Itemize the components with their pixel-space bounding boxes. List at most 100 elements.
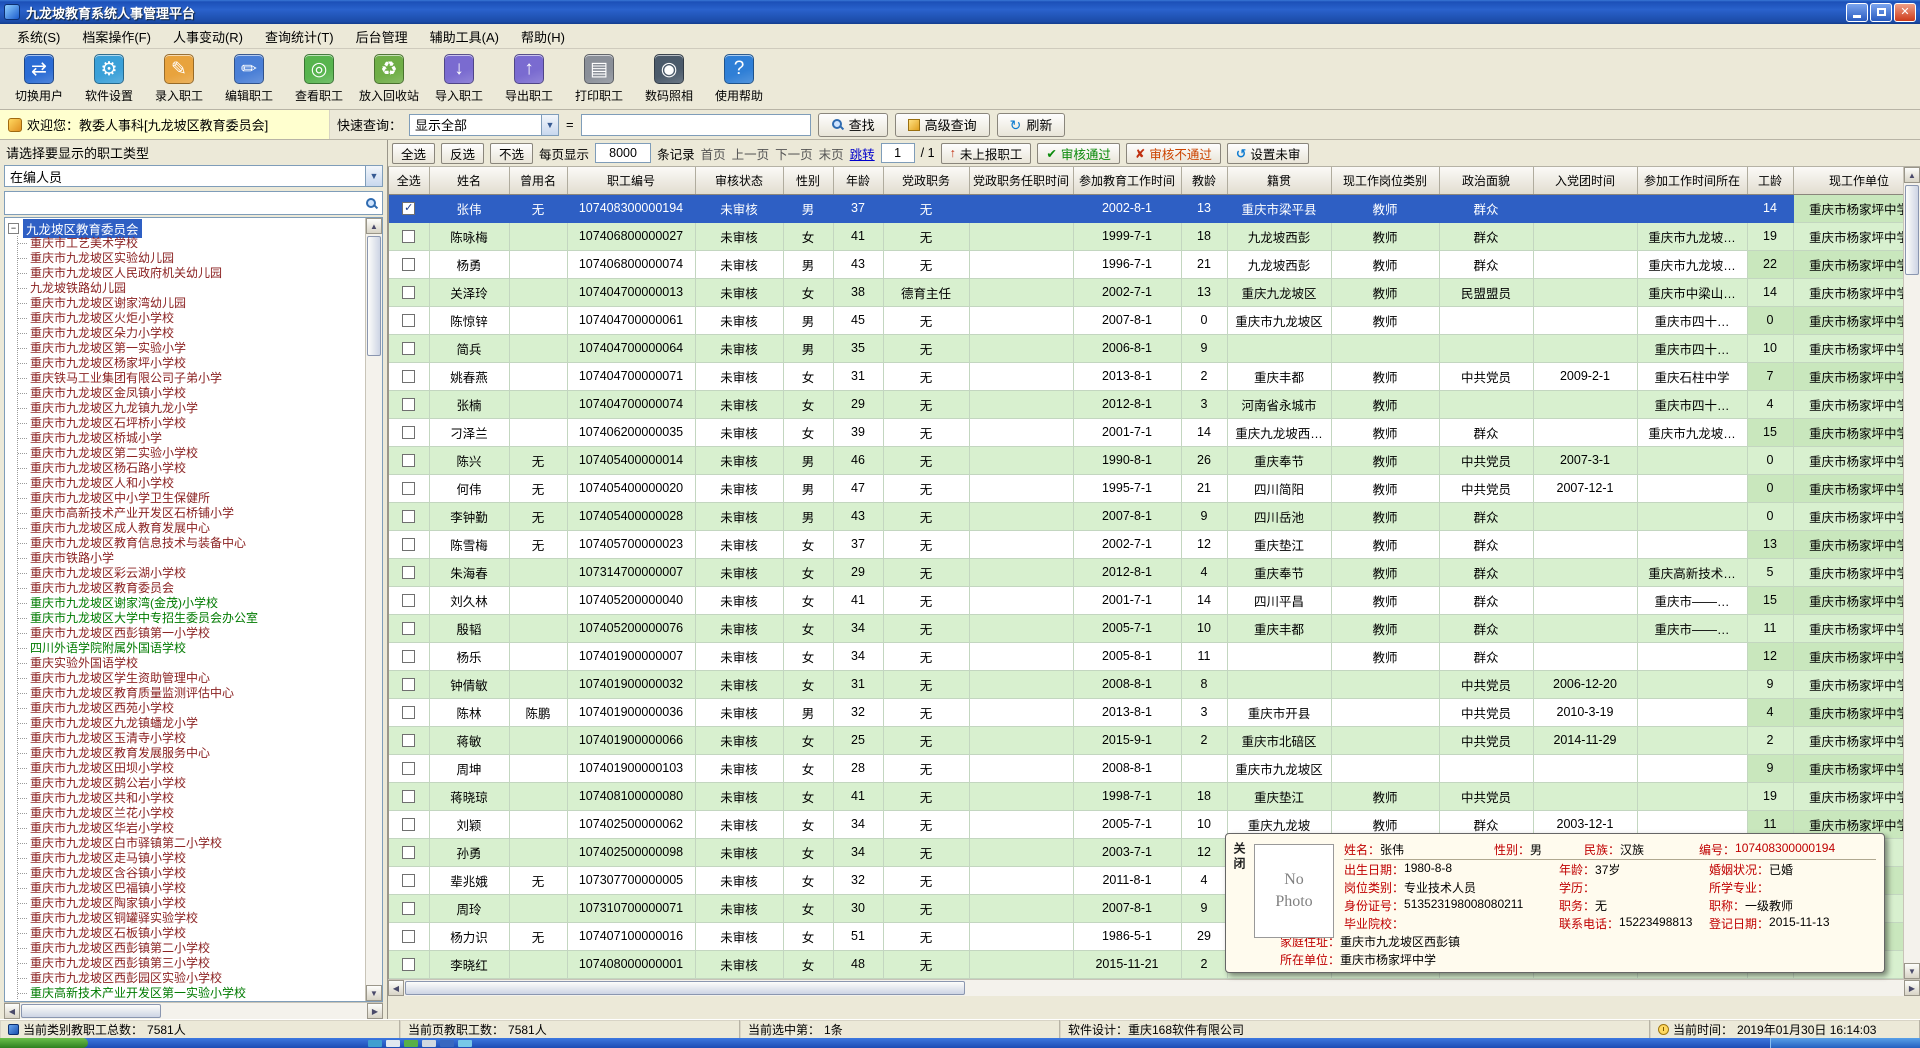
per-page-input[interactable] bbox=[595, 143, 651, 163]
row-checkbox[interactable] bbox=[402, 622, 415, 635]
close-button[interactable]: ✕ bbox=[1894, 3, 1916, 22]
row-checkbox[interactable] bbox=[402, 594, 415, 607]
tree-item[interactable]: 重庆市九龙坡区火炬小学校 bbox=[18, 311, 364, 326]
row-checkbox[interactable] bbox=[402, 370, 415, 383]
row-checkbox[interactable] bbox=[402, 706, 415, 719]
row-checkbox[interactable] bbox=[402, 650, 415, 663]
tree-item[interactable]: 重庆市九龙坡区共和小学校 bbox=[18, 791, 364, 806]
tree-item[interactable]: 重庆市九龙坡区巴福镇小学校 bbox=[18, 881, 364, 896]
tree-item[interactable]: 重庆市工艺美术学校 bbox=[18, 236, 364, 251]
start-button[interactable] bbox=[0, 1038, 88, 1048]
toolbar-button-camera[interactable]: ◉数码照相 bbox=[636, 51, 702, 107]
tree-item[interactable]: 重庆市九龙坡区走马镇小学校 bbox=[18, 851, 364, 866]
row-checkbox[interactable] bbox=[402, 510, 415, 523]
tree-item[interactable]: 四川外语学院附属外国语学校 bbox=[18, 641, 364, 656]
tree-item[interactable]: 重庆铁马工业集团有限公司子弟小学 bbox=[18, 371, 364, 386]
tree-item[interactable]: 重庆市九龙坡区教育委员会 bbox=[18, 581, 364, 596]
employee-type-select[interactable]: 在编人员 ▼ bbox=[4, 165, 383, 187]
row-checkbox[interactable] bbox=[402, 426, 415, 439]
table-row[interactable]: 张伟无107408300000194未审核男37无2002-8-113重庆市梁平… bbox=[389, 194, 1920, 222]
tree-horizontal-scrollbar[interactable]: ◀ ▶ bbox=[4, 1002, 383, 1019]
table-row[interactable]: 刁泽兰107406200000035未审核女39无2001-7-114重庆九龙坡… bbox=[389, 418, 1920, 446]
column-header[interactable]: 参加教育工作时间 bbox=[1073, 167, 1181, 194]
tree-item[interactable]: 重庆市九龙坡区教育信息技术与装备中心 bbox=[18, 536, 364, 551]
scroll-left-icon[interactable]: ◀ bbox=[4, 1003, 20, 1019]
tree-item[interactable]: 重庆市九龙坡区人民政府机关幼儿园 bbox=[18, 266, 364, 281]
toolbar-button-switch-user[interactable]: ⇄切换用户 bbox=[6, 51, 72, 107]
tree-item[interactable]: 九龙坡铁路幼儿园 bbox=[18, 281, 364, 296]
tree-item[interactable]: 重庆市九龙坡区实验幼儿园 bbox=[18, 251, 364, 266]
tree-item[interactable]: 重庆高新技术产业开发区第一实验小学校 bbox=[18, 986, 364, 1000]
menu-item-7[interactable]: 帮助(H) bbox=[510, 24, 576, 49]
toolbar-button-help[interactable]: ?使用帮助 bbox=[706, 51, 772, 107]
table-row[interactable]: 殷韬107405200000076未审核女34无2005-7-110重庆丰都教师… bbox=[389, 614, 1920, 642]
column-header[interactable]: 审核状态 bbox=[695, 167, 783, 194]
row-checkbox[interactable] bbox=[402, 482, 415, 495]
refresh-button[interactable]: ↻ 刷新 bbox=[997, 113, 1066, 137]
chevron-down-icon[interactable]: ▼ bbox=[365, 166, 382, 186]
column-header[interactable]: 性别 bbox=[783, 167, 833, 194]
taskbar-item[interactable] bbox=[440, 1040, 454, 1047]
reject-button[interactable]: ✘ 审核不通过 bbox=[1126, 143, 1221, 164]
invert-selection-button[interactable]: 反选 bbox=[441, 143, 484, 164]
toolbar-button-recycle-bin[interactable]: ♻放入回收站 bbox=[356, 51, 422, 107]
tree-item[interactable]: 重庆市九龙坡区人和小学校 bbox=[18, 476, 364, 491]
scrollbar-thumb[interactable] bbox=[1905, 185, 1919, 275]
scroll-left-icon[interactable]: ◀ bbox=[388, 980, 404, 996]
chevron-down-icon[interactable]: ▼ bbox=[541, 115, 558, 135]
toolbar-button-edit-employee[interactable]: ✏编辑职工 bbox=[216, 51, 282, 107]
column-header[interactable]: 全选 bbox=[389, 167, 429, 194]
tree-item[interactable]: 重庆市九龙坡区九龙镇九龙小学 bbox=[18, 401, 364, 416]
quick-search-input[interactable] bbox=[581, 114, 811, 136]
column-header[interactable]: 党政职务任职时间 bbox=[969, 167, 1073, 194]
tree-item[interactable]: 重庆市九龙坡区学生资助管理中心 bbox=[18, 671, 364, 686]
table-row[interactable]: 陈雪梅无107405700000023未审核女37无2002-7-112重庆垫江… bbox=[389, 530, 1920, 558]
first-page-link[interactable]: 首页 bbox=[701, 144, 726, 163]
tree-item[interactable]: 重庆市九龙坡区玉清寺小学校 bbox=[18, 731, 364, 746]
column-header[interactable]: 籍贯 bbox=[1227, 167, 1331, 194]
column-header[interactable]: 教龄 bbox=[1181, 167, 1227, 194]
column-header[interactable]: 党政职务 bbox=[883, 167, 969, 194]
toolbar-button-export-employee[interactable]: ↑导出职工 bbox=[496, 51, 562, 107]
column-header[interactable]: 职工编号 bbox=[567, 167, 695, 194]
scroll-down-icon[interactable]: ▼ bbox=[1904, 963, 1920, 979]
advanced-query-button[interactable]: 高级查询 bbox=[895, 113, 990, 137]
tree-item[interactable]: 重庆实验外国语学校 bbox=[18, 656, 364, 671]
approve-button[interactable]: ✔ 审核通过 bbox=[1037, 143, 1120, 164]
row-checkbox[interactable] bbox=[402, 286, 415, 299]
menu-item-3[interactable]: 人事变动(R) bbox=[162, 24, 254, 49]
table-row[interactable]: 陈咏梅107406800000027未审核女41无1999-7-118九龙坡西彭… bbox=[389, 222, 1920, 250]
last-page-link[interactable]: 末页 bbox=[819, 144, 844, 163]
column-header[interactable]: 工龄 bbox=[1747, 167, 1793, 194]
table-row[interactable]: 朱海春107314700000007未审核女29无2012-8-14重庆奉节教师… bbox=[389, 558, 1920, 586]
taskbar-item[interactable] bbox=[386, 1040, 400, 1047]
toolbar-button-add-employee[interactable]: ✎录入职工 bbox=[146, 51, 212, 107]
table-row[interactable]: 蒋晓琼107408100000080未审核女41无1998-7-118重庆垫江教… bbox=[389, 782, 1920, 810]
row-checkbox[interactable] bbox=[402, 678, 415, 691]
org-search-box[interactable] bbox=[4, 191, 383, 215]
tree-item[interactable]: 重庆市九龙坡区兰花小学校 bbox=[18, 806, 364, 821]
tree-item[interactable]: 重庆市九龙坡区教育质量监测评估中心 bbox=[18, 686, 364, 701]
tree-item[interactable]: 重庆市九龙坡区杨家坪小学校 bbox=[18, 356, 364, 371]
row-checkbox[interactable] bbox=[402, 958, 415, 971]
scroll-right-icon[interactable]: ▶ bbox=[367, 1003, 383, 1019]
row-checkbox[interactable] bbox=[402, 818, 415, 831]
taskbar-item[interactable] bbox=[368, 1040, 382, 1047]
page-number-input[interactable] bbox=[881, 143, 915, 163]
table-row[interactable]: 杨勇107406800000074未审核男43无1996-7-121九龙坡西彭教… bbox=[389, 250, 1920, 278]
table-row[interactable]: 蒋敏107401900000066未审核女25无2015-9-12重庆市北碚区中… bbox=[389, 726, 1920, 754]
menu-item-5[interactable]: 后台管理 bbox=[345, 24, 419, 49]
scrollbar-thumb[interactable] bbox=[405, 981, 965, 995]
menu-item-4[interactable]: 查询统计(T) bbox=[254, 24, 345, 49]
row-checkbox[interactable] bbox=[402, 874, 415, 887]
taskbar-item[interactable] bbox=[458, 1040, 472, 1047]
row-checkbox[interactable] bbox=[402, 230, 415, 243]
tree-item[interactable]: 重庆市九龙坡区第一实验小学 bbox=[18, 341, 364, 356]
tree-vertical-scrollbar[interactable]: ▲ ▼ bbox=[365, 218, 382, 1001]
column-header[interactable]: 姓名 bbox=[429, 167, 509, 194]
toolbar-button-print-employee[interactable]: ▤打印职工 bbox=[566, 51, 632, 107]
row-checkbox[interactable] bbox=[402, 258, 415, 271]
scrollbar-thumb[interactable] bbox=[367, 236, 381, 356]
tree-item[interactable]: 重庆市九龙坡区教育发展服务中心 bbox=[18, 746, 364, 761]
scroll-down-icon[interactable]: ▼ bbox=[366, 985, 382, 1001]
